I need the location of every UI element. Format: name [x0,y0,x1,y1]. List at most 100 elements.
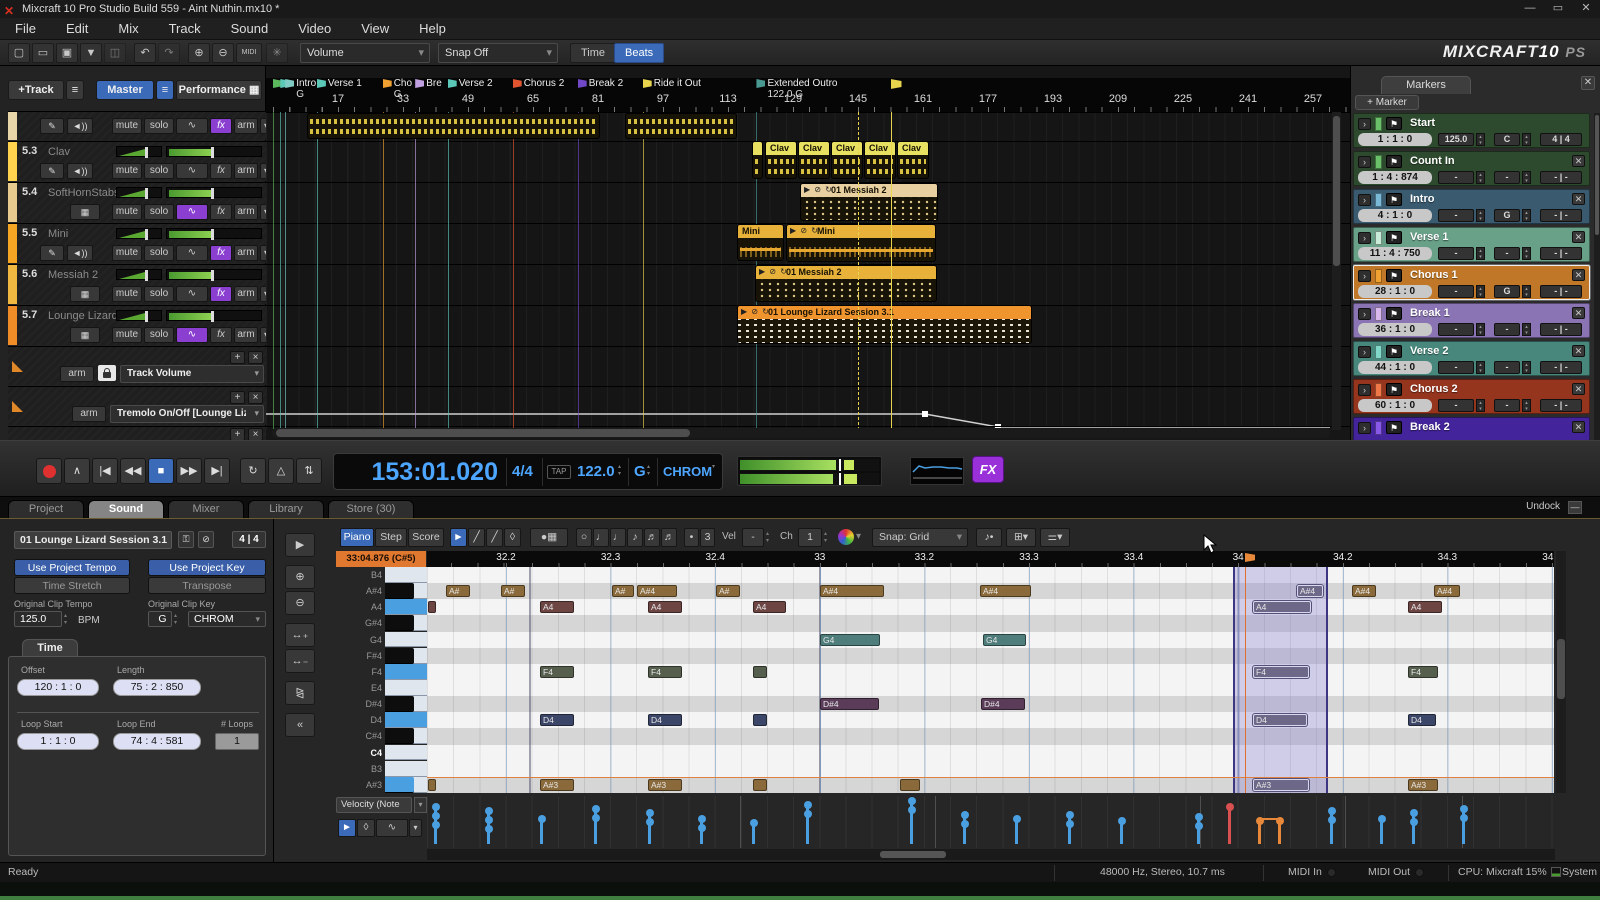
clip[interactable] [625,113,737,139]
mute-button[interactable]: mute [112,204,142,220]
whole-note-icon[interactable]: ○ [576,528,592,547]
tap-button[interactable]: TAP [547,465,571,479]
collapse-panel-icon[interactable]: « [285,713,315,737]
undo-icon[interactable]: ↶ [134,43,156,63]
snap-select[interactable]: Snap Off▾ [438,43,558,63]
marker-key-field[interactable]: - [1494,399,1520,412]
midi-note-D4[interactable]: D4 [540,714,574,726]
num-loops-field[interactable]: 1 [215,733,259,750]
pencil-icon-button[interactable]: ✎ [40,245,64,261]
menu-sound[interactable]: Sound [216,18,284,40]
menu-track[interactable]: Track [154,18,216,40]
marker-close-button[interactable]: ✕ [1572,155,1585,167]
track-volume-slider[interactable] [116,310,162,321]
speaker-icon-button[interactable]: ◄)) [67,163,93,179]
midi-note-F4[interactable]: F4 [1253,666,1309,678]
menu-edit[interactable]: Edit [51,18,103,40]
marker-time-field[interactable]: 44 : 1 : 0 [1358,361,1432,374]
marker-key-field[interactable]: G [1494,209,1520,222]
track-volume-slider[interactable] [116,146,162,157]
marker-expand-button[interactable]: › [1358,156,1371,168]
open-project-icon[interactable]: ▭ [32,43,54,63]
draw-tool-icon[interactable]: ╱ [468,528,485,547]
menu-file[interactable]: File [0,18,51,40]
midi-note-As[interactable]: A# [446,585,470,597]
marker-expand-button[interactable]: › [1358,270,1371,282]
piano-key-F#4[interactable] [385,648,414,664]
velocity-field[interactable]: - [742,528,764,547]
solo-button[interactable]: solo [144,286,174,302]
fx-button[interactable]: fx [210,286,232,302]
midi-note-As[interactable]: A# [716,585,740,597]
piano-roll-grid[interactable]: A#A#A#A#4A#A#4A#4A#4A#4A#4A4A4A4A4A4G4G4… [427,567,1554,793]
tempo-spinner[interactable]: ▴▾ [618,464,621,478]
redo-icon[interactable]: ↷ [158,43,180,63]
midi-note-D4[interactable]: D4 [648,714,682,726]
marker-signature-field[interactable]: - | - [1540,171,1582,184]
marker-tempo-spinner[interactable]: ▴▾ [1476,285,1485,298]
track-volume-slider[interactable] [116,269,162,280]
automation-button[interactable]: ∿ [176,163,208,179]
orig-tempo-field[interactable]: 125.0 [14,611,62,627]
midi-note-As3[interactable]: A#3 [1408,779,1438,791]
use-project-tempo-button[interactable]: Use Project Tempo [14,559,130,576]
marker-close-button[interactable]: ✕ [1572,307,1585,319]
quantize-icon[interactable]: ♪• [976,528,1002,547]
midi-note-F4[interactable]: F4 [648,666,682,678]
fit-vertical-icon[interactable]: ⧎ [285,681,315,705]
midi-note-As[interactable]: A# [501,585,525,597]
piano-key-E4[interactable] [385,680,427,696]
marker-close-button[interactable]: ✕ [1572,231,1585,243]
zoom-in-icon[interactable]: ⊕ [188,43,210,63]
note-grid-icon[interactable]: ●▦ [530,528,568,547]
marker-tempo-field[interactable]: 125.0 [1438,133,1474,146]
position-display[interactable]: 153:01.020 [348,458,498,487]
marker-row-verse-1[interactable]: ›⚑Verse 1✕11 : 4 : 750-▴▾-▴▾- | - [1353,227,1590,262]
marker-tempo-field[interactable]: - [1438,361,1474,374]
fx-button[interactable]: fx [210,204,232,220]
automation-button[interactable]: ∿ [176,118,208,134]
marker-signature-field[interactable]: 4 | 4 [1540,133,1582,146]
midi-note-Ds4[interactable]: D#4 [820,698,879,710]
marker-tempo-field[interactable]: - [1438,171,1474,184]
track-row-5.7[interactable]: 5.7Lounge Lizard...▦mutesolo∿fxarm▾ [8,305,266,345]
speaker-icon-button[interactable]: ◄)) [67,118,93,134]
track-row-partial[interactable]: ✎◄))mutesolo∿fxarm▾ [8,111,266,140]
go-to-start-button[interactable]: |◀ [92,458,118,484]
close-automation-button[interactable]: × [248,391,263,404]
master-track-button[interactable]: Master [96,80,154,100]
mute-button[interactable]: mute [112,118,142,134]
add-marker-button[interactable]: + Marker [1355,95,1419,110]
piano-key-C#4[interactable] [385,728,414,744]
marker-signature-field[interactable]: - | - [1540,209,1582,222]
clip[interactable]: Clav [765,141,797,179]
piano-key-A#3[interactable] [385,777,414,793]
orig-tempo-spinner[interactable]: ▴▾ [64,613,67,627]
import-icon[interactable]: ▣ [56,43,78,63]
menu-mix[interactable]: Mix [103,18,153,40]
thirtysecond-note-icon[interactable]: ♬ [661,528,677,547]
marker-tempo-field[interactable]: - [1438,323,1474,336]
tab-library[interactable]: Library [248,500,324,518]
time-mode-button[interactable]: Time [570,43,616,63]
midi-devices-icon[interactable]: MIDI [236,43,262,63]
piano-key-A4[interactable] [385,599,427,615]
mute-button[interactable]: mute [112,245,142,261]
marker-row-chorus-2[interactable]: ›⚑Chorus 2✕60 : 1 : 0-▴▾-▴▾- | - [1353,379,1590,414]
piano-key-D#4[interactable] [385,696,414,712]
zoom-out-icon[interactable]: ⊖ [285,591,315,615]
marker-tempo-spinner[interactable]: ▴▾ [1476,133,1485,146]
marker-close-button[interactable]: ✕ [1572,383,1585,395]
key-spinner[interactable]: ▴▾ [647,464,650,478]
use-project-key-button[interactable]: Use Project Key [148,559,266,576]
menu-view[interactable]: View [346,18,404,40]
h-zoom-in-icon[interactable]: ↔₊ [285,623,315,647]
clip-signature[interactable]: 4 | 4 [232,531,266,548]
time-signature-display[interactable]: 4/4 [512,463,533,480]
arm-button[interactable]: arm [234,204,258,220]
marker-close-button[interactable]: ✕ [1572,345,1585,357]
clip[interactable] [752,141,763,179]
automation-button[interactable]: ∿ [176,204,208,220]
new-project-icon[interactable]: ▢ [8,43,30,63]
marker-tempo-spinner[interactable]: ▴▾ [1476,323,1485,336]
